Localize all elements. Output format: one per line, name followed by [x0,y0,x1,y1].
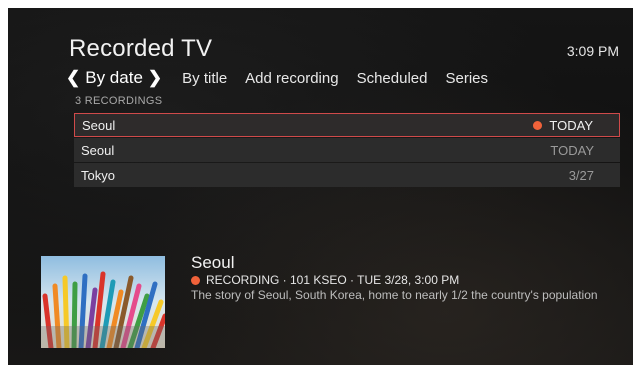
program-thumbnail [41,256,165,348]
recording-title: Tokyo [81,167,115,183]
recording-row[interactable]: Seoul TODAY [74,138,620,162]
tab-series[interactable]: Series [445,70,488,87]
tv-screen: Recorded TV 3:09 PM ❮ By date ❯ By title… [8,8,633,365]
tab-bar: ❮ By date ❯ By title Add recording Sched… [66,67,506,89]
tab-scheduled[interactable]: Scheduled [357,70,428,87]
recording-date: TODAY [549,117,593,133]
recording-row[interactable]: Tokyo 3/27 [74,163,620,187]
recording-title: Seoul [82,117,116,133]
program-description: The story of Seoul, South Korea, home to… [191,288,598,302]
program-meta-text: RECORDING · 101 KSEO · TUE 3/28, 3:00 PM [206,273,460,287]
recording-row[interactable]: Seoul TODAY [74,113,620,137]
tab-label: By date [85,68,143,87]
tab-by-date[interactable]: ❮ By date ❯ [66,68,162,88]
recording-dot-icon [533,121,542,130]
program-title: Seoul [191,253,235,272]
chevron-left-icon[interactable]: ❮ [66,68,80,88]
program-meta: RECORDING · 101 KSEO · TUE 3/28, 3:00 PM [191,273,459,287]
recording-dot-icon [191,275,200,285]
recording-date: 3/27 [568,167,594,183]
recording-date: TODAY [550,142,594,158]
tab-by-title[interactable]: By title [182,70,227,87]
recordings-list: Seoul TODAY Seoul TODAY Tokyo 3/27 [74,113,620,188]
chevron-right-icon[interactable]: ❯ [148,68,162,88]
tab-add-recording[interactable]: Add recording [245,70,338,87]
recordings-count: 3 RECORDINGS [75,95,163,107]
recording-title: Seoul [81,142,115,158]
clock: 3:09 PM [566,43,619,59]
page-title: Recorded TV [69,35,213,62]
colored-pencils-image [41,256,165,348]
